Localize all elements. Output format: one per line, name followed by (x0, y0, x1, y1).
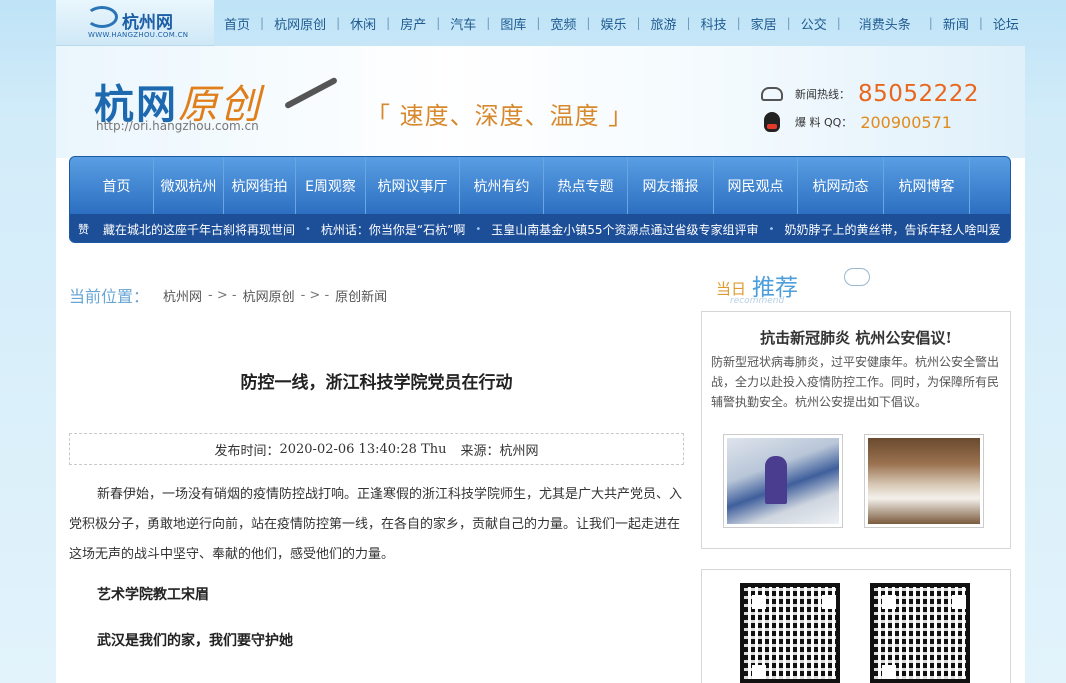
qq-penguin-icon (759, 111, 785, 133)
top-bar: 杭州网 WWW.HANGZHOU.COM.CN 首页 | 杭网原创 | 休闲 | 房产 | 汽车… (0, 0, 1066, 46)
ticker-separator: • (475, 223, 482, 235)
source-name: 杭州网 (499, 443, 539, 459)
recommend-desc: 防新型冠状病毒肺炎，过平安健康年。杭州公安全警出战，全力以赴投入疫情防控工作。同… (711, 355, 1000, 409)
mouse-icon (844, 268, 870, 286)
qq-row: 爆 料 QQ： 200900571 (759, 108, 979, 136)
slogan: 「 速度、深度、温度 」 (366, 102, 634, 130)
section-nav-row: 首页 微观杭州 杭网街拍 E周观察 杭网议事厅 杭州有约 热点专题 网友播报 网民观点 杭网动态杭… (70, 157, 1010, 214)
top-nav-link[interactable]: 公交 (791, 14, 837, 33)
brand-url: http://ori.hangzhou.com.cn (96, 119, 259, 133)
section-nav-item[interactable]: 杭网博客 (884, 157, 970, 214)
article-subheading: 武汉是我们的家，我们要守护她 (97, 633, 293, 649)
top-nav-link[interactable]: 汽车 (440, 14, 486, 33)
top-nav: 首页 | 杭网原创 | 休闲 | 房产 | 汽车 | 图库 | 宽频 | 娱乐 | 旅游 | 科技 | 家居 | 公交 | 消费… (214, 0, 1029, 46)
top-nav-link[interactable]: 休闲 (340, 14, 386, 33)
section-nav-item[interactable]: 杭州有约 (460, 157, 544, 214)
top-nav-link[interactable]: 杭网原创 (264, 14, 336, 33)
top-nav-link[interactable]: 首页 (214, 14, 260, 33)
top-nav-link[interactable]: 新闻 (933, 14, 979, 33)
section-nav-item[interactable]: 微观杭州 (154, 157, 224, 214)
qq-label: 爆 料 QQ： (795, 116, 853, 129)
recommend-box: 抗击新冠肺炎 杭州公安倡议! 防新型冠状病毒肺炎，过平安健康年。杭州公安全警出战… (701, 311, 1011, 549)
qr-code-image (870, 583, 970, 683)
contacts: 新闻热线： 85052222 爆 料 QQ： 200900571 (759, 80, 979, 136)
source-label: 来源： (460, 443, 500, 459)
logo-swirl-icon (86, 6, 118, 28)
header-banner: 杭网原创 http://ori.hangzhou.com.cn 「 速度、深度、… (56, 46, 1025, 158)
article-title: 防控一线，浙江科技学院党员在行动 (240, 373, 513, 393)
qr-code-box (701, 569, 1011, 683)
article-body: 新春伊始，一场没有硝烟的疫情防控战打响。正逢寒假的浙江科技学院师生，尤其是广大共… (69, 480, 684, 676)
ticker-link[interactable]: 奶奶脖子上的黄丝带，告诉年轻人啥叫爱 (784, 221, 1000, 238)
breadcrumb-separator: - > - (300, 287, 330, 303)
section-nav-item[interactable]: E周观察 (296, 157, 366, 214)
recommend-title[interactable]: 抗击新冠肺炎 杭州公安倡议! (702, 327, 1010, 348)
ticker-link[interactable]: 杭州话：你当你是“石杭”啊 (321, 221, 465, 238)
pen-icon (283, 76, 339, 110)
top-nav-link[interactable]: 房产 (390, 14, 436, 33)
breadcrumb-home[interactable]: 杭州网 (163, 286, 202, 305)
section-nav-item[interactable]: 杭网议事厅 (366, 157, 460, 214)
top-nav-link[interactable]: 宽频 (540, 14, 586, 33)
section-nav-item[interactable]: 网民观点 (714, 157, 798, 214)
breadcrumb-label: 当前位置： (69, 287, 150, 306)
breadcrumb: 当前位置： 杭州网 - > - 杭网原创 - > - 原创新闻 (69, 283, 387, 307)
ticker-lead: 赞 (78, 223, 89, 236)
hotline-number: 85052222 (858, 81, 980, 107)
section-nav: 首页 微观杭州 杭网街拍 E周观察 杭网议事厅 杭州有约 热点专题 网友播报 网民观点 杭网动态杭… (69, 156, 1011, 243)
telephone-icon (759, 83, 785, 105)
top-nav-link[interactable]: 图库 (490, 14, 536, 33)
ticker-separator: • (305, 223, 311, 235)
breadcrumb-current[interactable]: 原创新闻 (335, 286, 387, 305)
section-nav-item[interactable]: 热点专题 (544, 157, 628, 214)
article-meta: 发布时间： 2020-02-06 13:40:28 Thu 来源： 杭州网 (69, 433, 684, 465)
article-paragraph: 新春伊始，一场没有硝烟的疫情防控战打响。正逢寒假的浙江科技学院师生，尤其是广大共… (69, 487, 683, 562)
publish-time: 2020-02-06 13:40:28 Thu (279, 441, 447, 457)
section-nav-item[interactable]: 杭网街拍 (224, 157, 296, 214)
top-nav-link[interactable]: 论坛 (983, 14, 1029, 33)
qq-number: 200900571 (860, 112, 952, 132)
main-panel: 杭网原创 http://ori.hangzhou.com.cn 「 速度、深度、… (56, 46, 1025, 683)
logo-name: 杭州网 (122, 13, 173, 33)
top-nav-link[interactable]: 娱乐 (590, 14, 636, 33)
recommend-header: 当日 推荐 recommend (716, 262, 876, 312)
ticker-link[interactable]: 藏在城北的这座千年古刹将再现世间 (103, 221, 295, 238)
qr-code-image (740, 583, 840, 683)
time-label: 发布时间： (214, 443, 280, 459)
breadcrumb-separator: - > - (208, 287, 237, 303)
ticker-separator: • (768, 223, 775, 235)
section-nav-item[interactable]: 杭网动态 (798, 157, 884, 214)
hotline-label: 新闻热线： (795, 88, 850, 101)
news-ticker: 赞 藏在城北的这座千年古刹将再现世间 • 杭州话：你当你是“石杭”啊 • 玉皇山南基金小… (70, 214, 1010, 242)
article-subheading: 艺术学院教工宋眉 (97, 587, 209, 603)
top-nav-link[interactable]: 科技 (691, 14, 737, 33)
ticker-link[interactable]: 玉皇山南基金小镇55个资源点通过省级专家组评审 (491, 221, 758, 238)
top-nav-link[interactable]: 旅游 (641, 14, 687, 33)
hotline-row: 新闻热线： 85052222 (759, 80, 979, 108)
breadcrumb-section[interactable]: 杭网原创 (243, 286, 295, 305)
hangzhou-logo[interactable]: 杭州网 WWW.HANGZHOU.COM.CN (56, 0, 214, 46)
top-nav-link[interactable]: 家居 (741, 14, 787, 33)
section-nav-item[interactable]: 首页 (70, 157, 154, 214)
recommend-image-medical[interactable] (723, 434, 843, 528)
top-nav-link[interactable]: 消费头条 (841, 14, 929, 33)
logo-url: WWW.HANGZHOU.COM.CN (88, 31, 189, 39)
recommend-en: recommend (730, 296, 785, 306)
section-nav-item[interactable]: 网友播报 (628, 157, 714, 214)
recommend-image-hotel-room[interactable] (864, 434, 984, 528)
